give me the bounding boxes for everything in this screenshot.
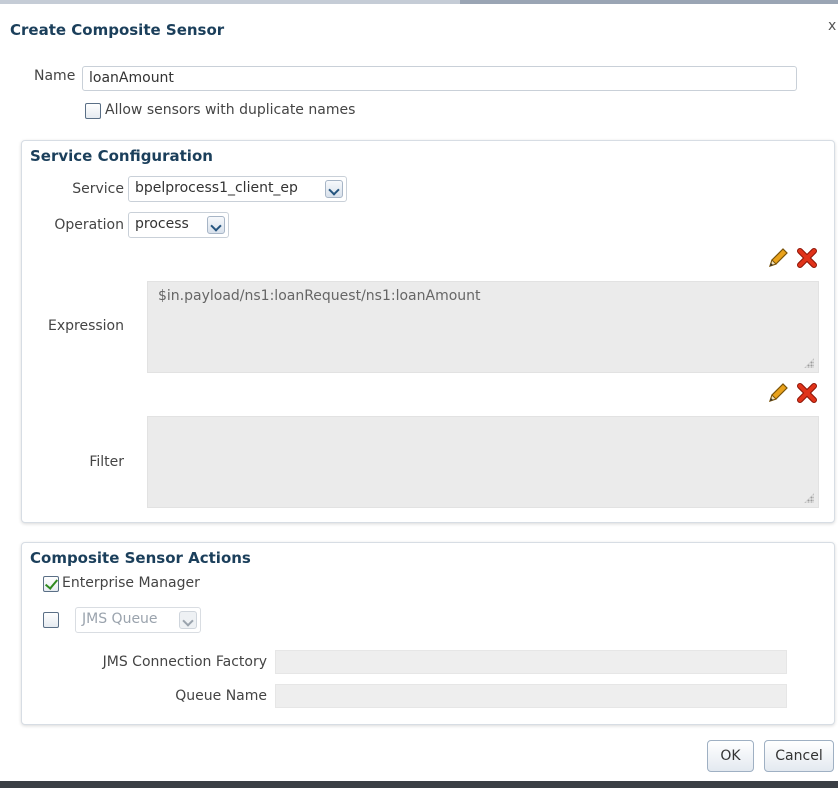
name-label: Name xyxy=(34,68,76,84)
service-select-value: bpelprocess1_client_ep xyxy=(135,180,298,196)
jms-type-select-value: JMS Queue xyxy=(82,611,158,627)
queue-name-input[interactable] xyxy=(275,684,787,708)
expression-value: $in.payload/ns1:loanRequest/ns1:loanAmou… xyxy=(158,288,481,304)
operation-select[interactable]: process xyxy=(128,212,229,238)
delete-x-icon[interactable] xyxy=(796,247,818,269)
chevron-down-icon[interactable] xyxy=(179,611,197,629)
queue-name-label: Queue Name xyxy=(175,688,267,704)
name-input[interactable]: loanAmount xyxy=(82,66,797,91)
resize-grip-icon[interactable] xyxy=(804,493,814,503)
filter-textarea[interactable] xyxy=(147,416,819,508)
filter-label: Filter xyxy=(89,454,124,470)
composite-sensor-actions-title: Composite Sensor Actions xyxy=(30,549,251,567)
service-select[interactable]: bpelprocess1_client_ep xyxy=(128,176,347,202)
operation-label: Operation xyxy=(54,217,124,233)
service-label: Service xyxy=(72,181,124,197)
window-top-border xyxy=(0,0,838,4)
jms-connection-factory-input[interactable] xyxy=(275,650,787,674)
chevron-down-icon[interactable] xyxy=(325,180,343,198)
operation-select-value: process xyxy=(135,216,189,232)
duplicate-names-label: Allow sensors with duplicate names xyxy=(105,102,356,118)
jms-checkbox[interactable] xyxy=(43,612,59,628)
jms-connection-factory-label: JMS Connection Factory xyxy=(102,654,267,670)
enterprise-manager-label: Enterprise Manager xyxy=(62,575,200,591)
cancel-button[interactable]: Cancel xyxy=(764,740,834,772)
duplicate-names-checkbox[interactable] xyxy=(85,103,101,119)
expression-label: Expression xyxy=(48,318,124,334)
expression-textarea[interactable]: $in.payload/ns1:loanRequest/ns1:loanAmou… xyxy=(147,281,819,373)
dialog-title: Create Composite Sensor xyxy=(10,21,225,39)
ok-button[interactable]: OK xyxy=(707,740,754,772)
delete-x-icon[interactable] xyxy=(796,382,818,404)
edit-pencil-icon[interactable] xyxy=(766,246,790,270)
service-configuration-title: Service Configuration xyxy=(30,147,213,165)
window-bottom-border xyxy=(0,781,838,788)
edit-pencil-icon[interactable] xyxy=(766,381,790,405)
jms-type-select[interactable]: JMS Queue xyxy=(75,607,201,633)
window-top-accent xyxy=(460,0,838,4)
resize-grip-icon[interactable] xyxy=(804,358,814,368)
enterprise-manager-checkbox[interactable] xyxy=(43,576,59,592)
chevron-down-icon[interactable] xyxy=(207,216,225,234)
close-icon[interactable]: x xyxy=(828,18,836,34)
